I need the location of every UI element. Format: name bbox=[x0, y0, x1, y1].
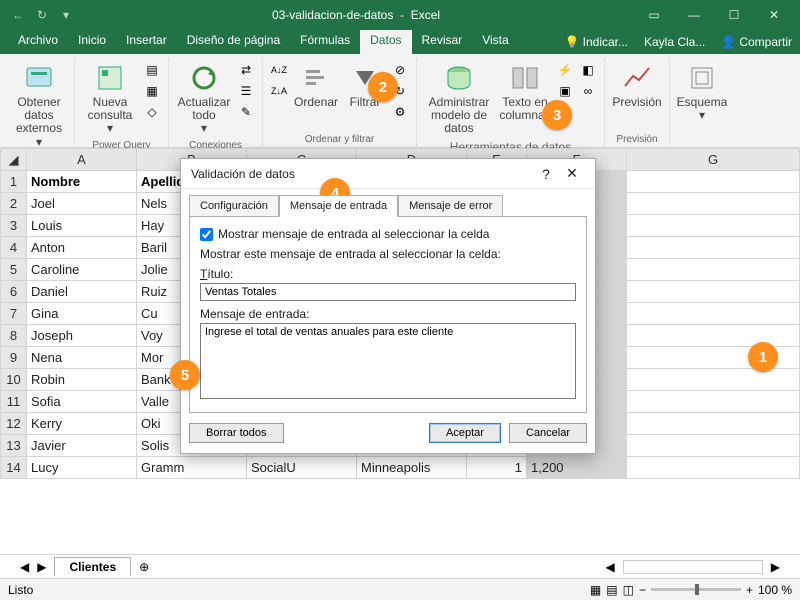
flash-fill-icon[interactable]: ⚡ bbox=[555, 60, 575, 80]
outline-button[interactable]: Esquema ▾ bbox=[676, 60, 728, 124]
forecast-button[interactable]: Previsión bbox=[611, 60, 663, 111]
close-dialog-icon[interactable]: ✕ bbox=[559, 165, 585, 182]
cancel-button[interactable]: Cancelar bbox=[509, 423, 587, 443]
ribbon: Obtener datos externos ▾ Nueva consulta … bbox=[0, 54, 800, 148]
table-row[interactable]: 14LucyGrammSocialUMinneapolis11,200 bbox=[1, 457, 800, 479]
title-input[interactable] bbox=[200, 283, 576, 301]
ribbon-tabs: Archivo Inicio Insertar Diseño de página… bbox=[0, 30, 800, 54]
show-message-label: Mostrar mensaje de entrada al selecciona… bbox=[218, 227, 489, 241]
zoom-level[interactable]: 100 % bbox=[758, 583, 792, 597]
from-table-icon[interactable]: ▦ bbox=[142, 81, 162, 101]
data-validation-dialog: Validación de datos ? ✕ Configuración Me… bbox=[180, 158, 596, 454]
tab-mensaje-entrada[interactable]: Mensaje de entrada bbox=[279, 195, 398, 217]
tab-archivo[interactable]: Archivo bbox=[8, 30, 68, 54]
view-layout-icon[interactable]: ▤ bbox=[606, 583, 617, 597]
new-query-button[interactable]: Nueva consulta ▾ bbox=[81, 60, 139, 138]
minimize-icon[interactable]: — bbox=[674, 1, 714, 29]
clear-all-button[interactable]: Borrar todos bbox=[189, 423, 284, 443]
dialog-title: Validación de datos bbox=[191, 167, 533, 181]
scroll-left-icon[interactable]: ◀ bbox=[606, 560, 615, 574]
edit-links-icon[interactable]: ✎ bbox=[236, 102, 256, 122]
tab-inicio[interactable]: Inicio bbox=[68, 30, 116, 54]
ok-button[interactable]: Aceptar bbox=[429, 423, 501, 443]
tab-datos[interactable]: Datos bbox=[360, 30, 411, 54]
status-bar: Listo ▦ ▤ ◫ − + 100 % bbox=[0, 578, 800, 600]
consolidate-icon[interactable]: ◧ bbox=[578, 60, 598, 80]
remove-dup-icon[interactable]: ▣ bbox=[555, 81, 575, 101]
ribbon-options-icon[interactable]: ▭ bbox=[634, 1, 674, 29]
tab-diseno[interactable]: Diseño de página bbox=[177, 30, 290, 54]
col-A[interactable]: A bbox=[27, 149, 137, 171]
zoom-in-icon[interactable]: + bbox=[746, 583, 753, 597]
help-icon[interactable]: ? bbox=[533, 166, 559, 182]
maximize-icon[interactable]: ☐ bbox=[714, 1, 754, 29]
callout-5: 5 bbox=[170, 360, 200, 390]
back-icon[interactable]: ← bbox=[6, 3, 30, 27]
user-label[interactable]: Kayla Cla... bbox=[636, 30, 713, 54]
zoom-slider[interactable] bbox=[651, 588, 741, 591]
properties-icon[interactable]: ☰ bbox=[236, 81, 256, 101]
window-title: 03-validacion-de-datos - Excel bbox=[78, 8, 634, 22]
callout-1: 1 bbox=[748, 342, 778, 372]
tab-configuracion[interactable]: Configuración bbox=[189, 195, 279, 217]
titlebar: ← ↻ ▾ 03-validacion-de-datos - Excel ▭ —… bbox=[0, 0, 800, 30]
prompt-label: Mostrar este mensaje de entrada al selec… bbox=[200, 247, 576, 261]
group-prevision: Previsión bbox=[616, 132, 657, 147]
scroll-right-icon[interactable]: ▶ bbox=[771, 560, 780, 574]
next-sheet-icon[interactable]: ▶ bbox=[37, 560, 46, 574]
callout-2: 2 bbox=[368, 72, 398, 102]
recent-sources-icon[interactable]: ◇ bbox=[142, 102, 162, 122]
title-label: Título: bbox=[200, 267, 576, 281]
message-textarea[interactable]: Ingrese el total de ventas anuales para … bbox=[200, 323, 576, 399]
sort-button[interactable]: Ordenar bbox=[292, 60, 340, 111]
share-button[interactable]: 👤 Compartir bbox=[713, 30, 800, 54]
message-label: Mensaje de entrada: bbox=[200, 307, 576, 321]
tell-me[interactable]: 💡 Indicar... bbox=[557, 30, 636, 54]
hscrollbar[interactable] bbox=[623, 560, 763, 574]
down-icon[interactable]: ▾ bbox=[54, 3, 78, 27]
select-all[interactable]: ◢ bbox=[1, 149, 27, 171]
tab-mensaje-error[interactable]: Mensaje de error bbox=[398, 195, 503, 217]
sort-asc-icon[interactable]: A↓Z bbox=[269, 60, 289, 80]
col-G[interactable]: G bbox=[627, 149, 800, 171]
advanced-icon[interactable]: ⚙ bbox=[390, 102, 410, 122]
connections-icon[interactable]: ⇄ bbox=[236, 60, 256, 80]
zoom-out-icon[interactable]: − bbox=[639, 583, 646, 597]
show-queries-icon[interactable]: ▤ bbox=[142, 60, 162, 80]
redo-icon[interactable]: ↻ bbox=[30, 3, 54, 27]
data-model-button[interactable]: Administrar modelo de datos bbox=[423, 60, 495, 138]
sheet-tab-clientes[interactable]: Clientes bbox=[54, 557, 131, 576]
refresh-all-button[interactable]: Actualizar todo ▾ bbox=[175, 60, 233, 138]
sort-desc-icon[interactable]: Z↓A bbox=[269, 81, 289, 101]
close-icon[interactable]: ✕ bbox=[754, 1, 794, 29]
relationships-icon[interactable]: ∞ bbox=[578, 81, 598, 101]
tab-revisar[interactable]: Revisar bbox=[412, 30, 473, 54]
callout-3: 3 bbox=[542, 100, 572, 130]
tab-formulas[interactable]: Fórmulas bbox=[290, 30, 360, 54]
group-ordenar: Ordenar y filtrar bbox=[305, 132, 374, 147]
get-external-data-button[interactable]: Obtener datos externos ▾ bbox=[10, 60, 68, 151]
prev-sheet-icon[interactable]: ◀ bbox=[20, 560, 29, 574]
tab-vista[interactable]: Vista bbox=[472, 30, 518, 54]
status-ready: Listo bbox=[8, 583, 33, 597]
show-message-checkbox[interactable] bbox=[200, 228, 213, 241]
view-normal-icon[interactable]: ▦ bbox=[590, 583, 601, 597]
new-sheet-icon[interactable]: ⊕ bbox=[139, 560, 149, 574]
view-break-icon[interactable]: ◫ bbox=[623, 583, 634, 597]
sheet-tab-bar: ◀ ▶ Clientes ⊕ ◀ ▶ bbox=[0, 554, 800, 578]
tab-insertar[interactable]: Insertar bbox=[116, 30, 177, 54]
